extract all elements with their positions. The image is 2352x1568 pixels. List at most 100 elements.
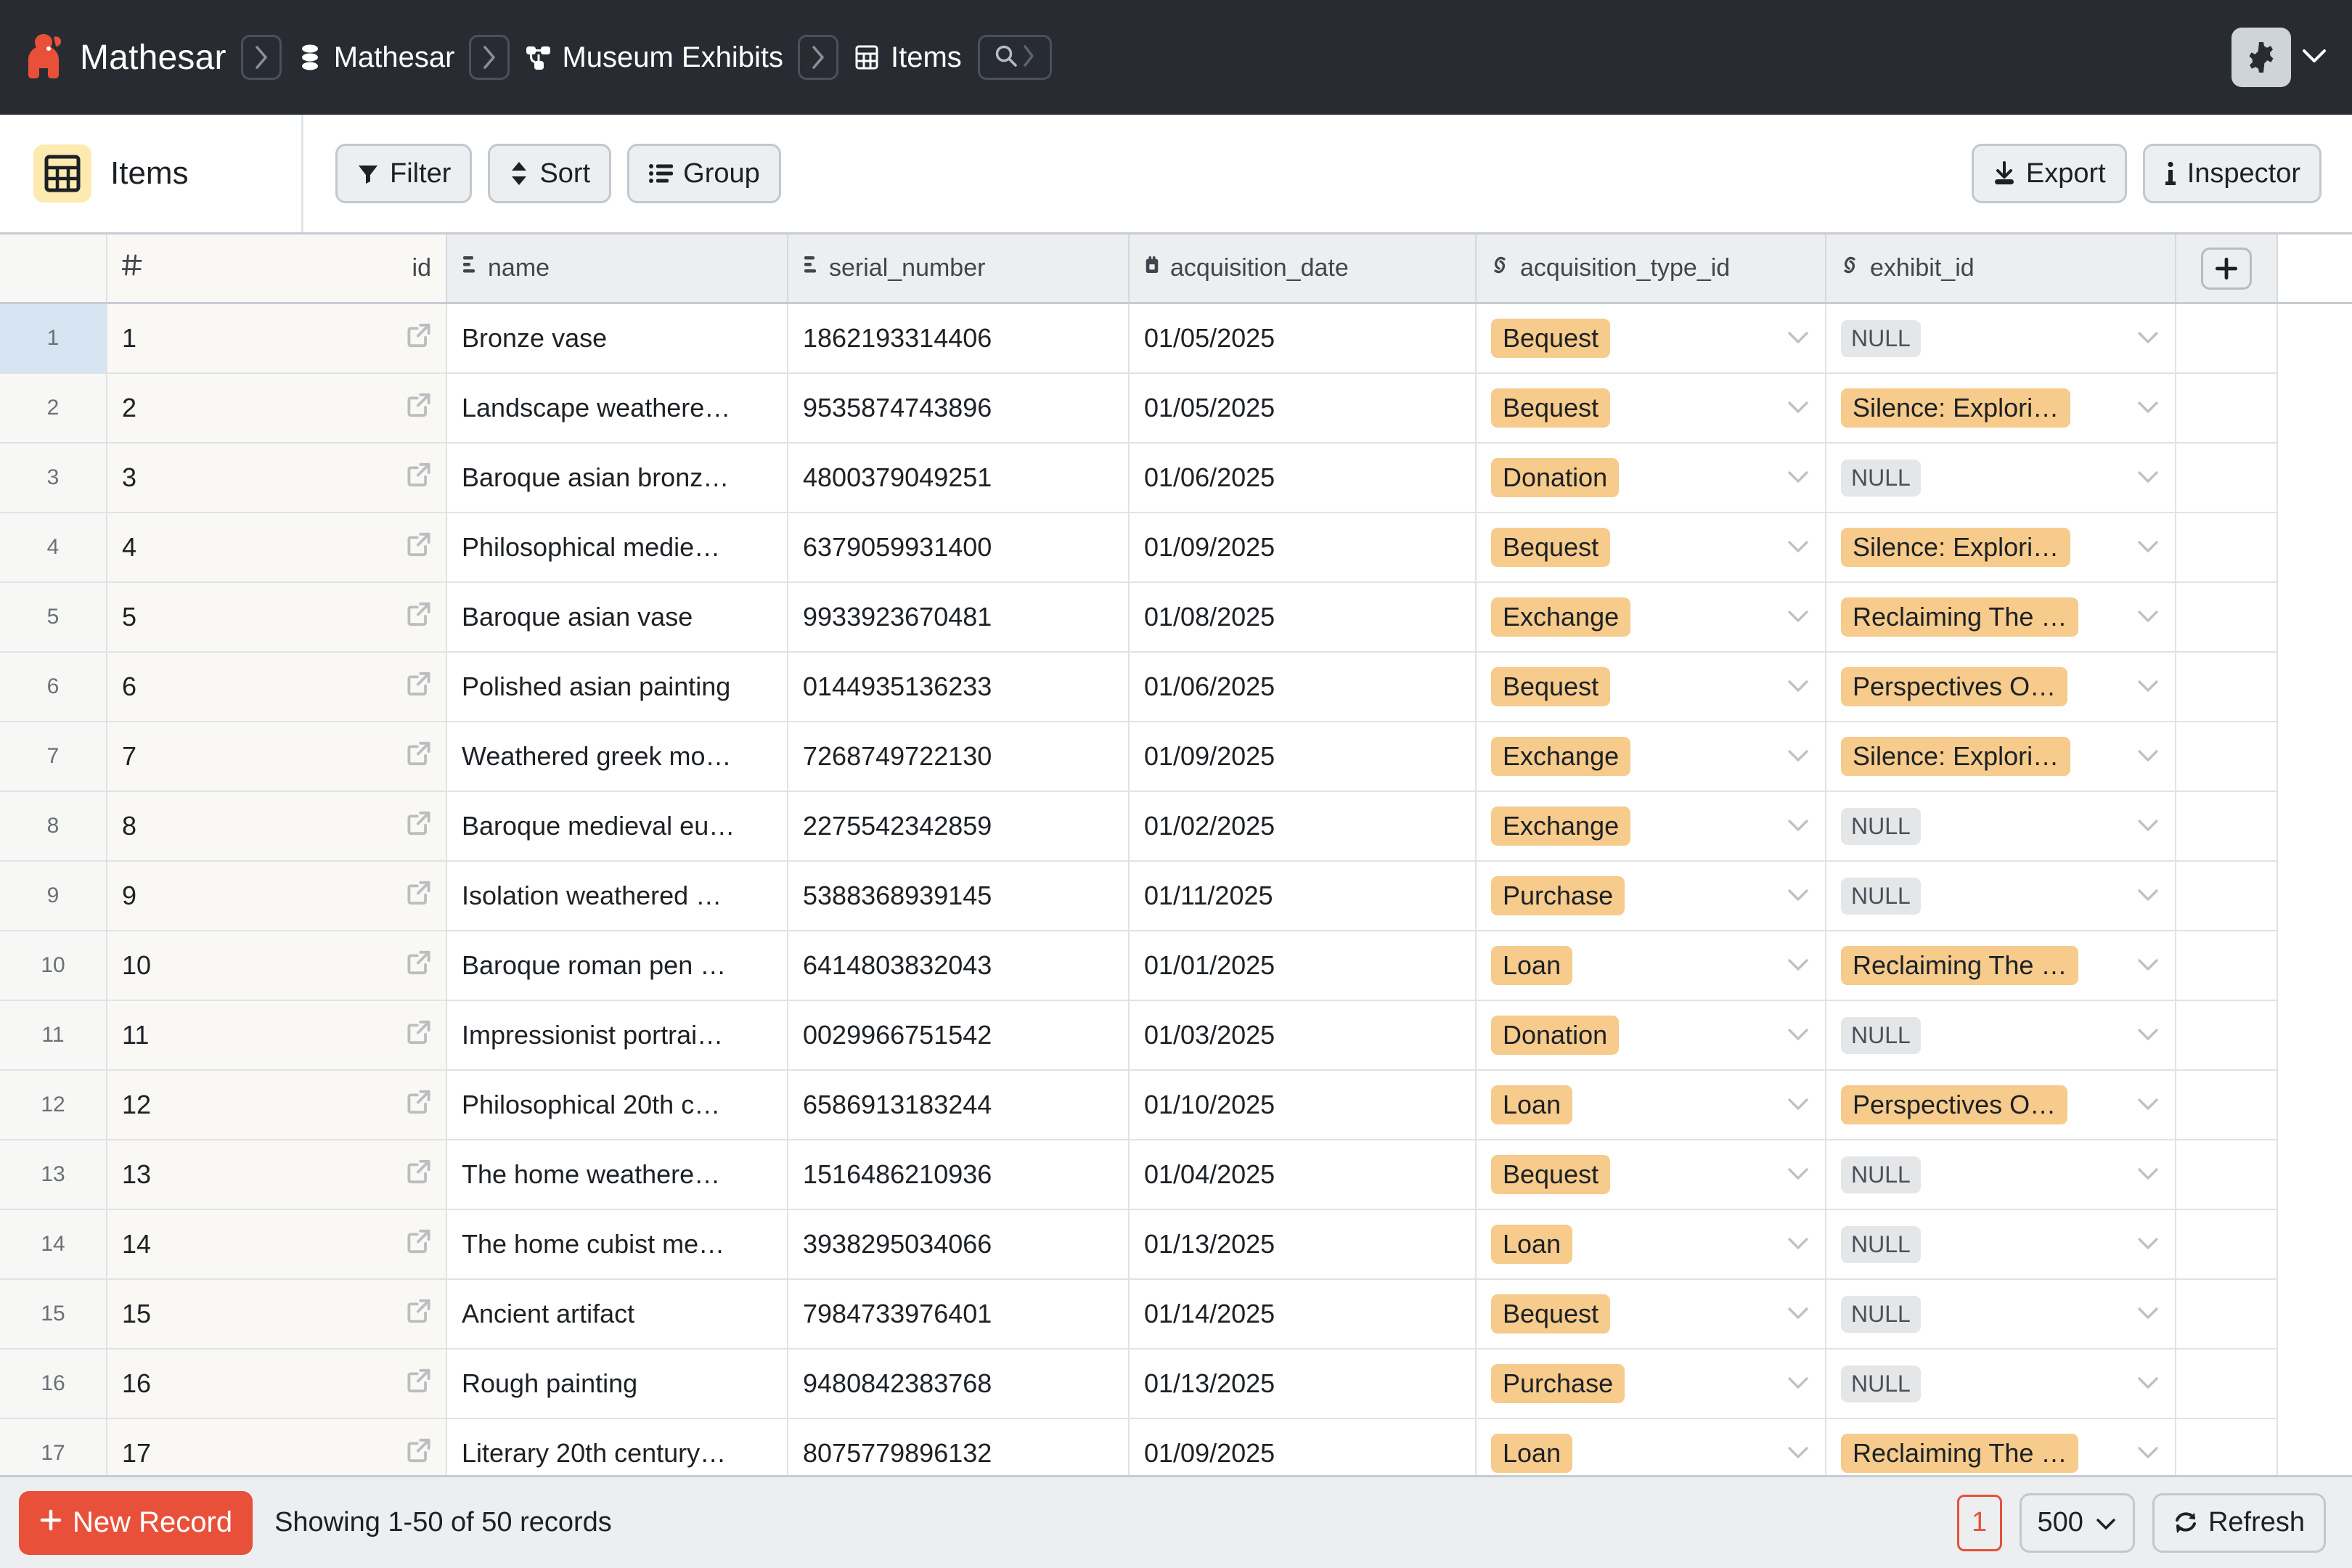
cell-serial-number[interactable]: 6414803832043 [788,931,1130,1001]
cell-exhibit-id[interactable]: NULL [1826,1349,2176,1419]
cell-name[interactable]: Philosophical 20th c… [447,1071,788,1140]
cell-id[interactable]: 15 [107,1280,447,1349]
cell-name[interactable]: Landscape weathere… [447,374,788,444]
table-row[interactable]: 13 13 The home weathere… 1516486210936 01/04… [0,1140,2352,1210]
chevron-down-icon[interactable] [2136,393,2160,423]
records-grid[interactable]: id name serial_number acquisition_date acqui… [0,234,2352,1475]
refresh-button[interactable]: Refresh [2152,1493,2326,1553]
cell-acquisition-type-id[interactable]: Bequest [1477,653,1826,722]
cell-acquisition-type-id[interactable]: Purchase [1477,1349,1826,1419]
cell-id[interactable]: 5 [107,583,447,653]
cell-serial-number[interactable]: 0144935136233 [788,653,1130,722]
cell-acquisition-type-id[interactable]: Loan [1477,1419,1826,1475]
chevron-down-icon[interactable] [2136,741,2160,772]
cell-name[interactable]: Baroque asian vase [447,583,788,653]
external-link-icon[interactable] [407,392,431,425]
chevron-down-icon[interactable] [2136,1090,2160,1120]
chevron-down-icon[interactable] [2136,1368,2160,1399]
cell-id[interactable]: 1 [107,304,447,374]
chevron-down-icon[interactable] [1786,811,1810,841]
cell-id[interactable]: 9 [107,862,447,931]
cell-id[interactable]: 7 [107,722,447,792]
column-header-id[interactable]: id [107,234,447,302]
add-column-button[interactable] [2176,234,2278,302]
chevron-down-icon[interactable] [2136,1438,2160,1469]
table-row[interactable]: 5 5 Baroque asian vase 9933923670481 01/08/2… [0,583,2352,653]
cell-serial-number[interactable]: 1516486210936 [788,1140,1130,1210]
breadcrumb-item-table[interactable]: Items [853,41,962,74]
cell-exhibit-id[interactable]: NULL [1826,1280,2176,1349]
external-link-icon[interactable] [407,531,431,564]
chevron-down-icon[interactable] [1786,1020,1810,1050]
cell-name[interactable]: Isolation weathered … [447,862,788,931]
cell-acquisition-type-id[interactable]: Donation [1477,444,1826,513]
chevron-down-icon[interactable] [2136,602,2160,632]
cell-acquisition-type-id[interactable]: Exchange [1477,722,1826,792]
table-row[interactable]: 10 10 Baroque roman pen … 6414803832043 01/0… [0,931,2352,1001]
table-row[interactable]: 8 8 Baroque medieval eu… 2275542342859 01/02… [0,792,2352,862]
table-row[interactable]: 16 16 Rough painting 9480842383768 01/13/202… [0,1349,2352,1419]
external-link-icon[interactable] [407,810,431,843]
cell-acquisition-date[interactable]: 01/14/2025 [1130,1280,1477,1349]
table-row[interactable]: 3 3 Baroque asian bronz… 4800379049251 01/06… [0,444,2352,513]
cell-acquisition-type-id[interactable]: Exchange [1477,792,1826,862]
table-row[interactable]: 1 1 Bronze vase 1862193314406 01/05/2025 Bequ… [0,304,2352,374]
cell-exhibit-id[interactable]: Reclaiming The … [1826,583,2176,653]
cell-name[interactable]: Baroque asian bronz… [447,444,788,513]
table-row[interactable]: 11 11 Impressionist portrai… 0029966751542 0… [0,1001,2352,1071]
group-button[interactable]: Group [627,144,781,203]
external-link-icon[interactable] [407,1159,431,1191]
external-link-icon[interactable] [407,1019,431,1052]
cell-acquisition-type-id[interactable]: Bequest [1477,304,1826,374]
cell-acquisition-date[interactable]: 01/09/2025 [1130,1419,1477,1475]
cell-id[interactable]: 4 [107,513,447,583]
external-link-icon[interactable] [407,1298,431,1331]
cell-acquisition-type-id[interactable]: Exchange [1477,583,1826,653]
cell-exhibit-id[interactable]: NULL [1826,1210,2176,1280]
table-row[interactable]: 4 4 Philosophical medie… 6379059931400 01/09… [0,513,2352,583]
cell-serial-number[interactable]: 9933923670481 [788,583,1130,653]
cell-name[interactable]: Baroque roman pen … [447,931,788,1001]
cell-exhibit-id[interactable]: NULL [1826,1001,2176,1071]
cell-serial-number[interactable]: 6586913183244 [788,1071,1130,1140]
cell-acquisition-date[interactable]: 01/10/2025 [1130,1071,1477,1140]
chevron-down-icon[interactable] [2136,462,2160,493]
cell-acquisition-date[interactable]: 01/06/2025 [1130,444,1477,513]
chevron-down-icon[interactable] [1786,950,1810,981]
brand-home-link[interactable]: Mathesar [22,33,226,82]
cell-acquisition-date[interactable]: 01/13/2025 [1130,1210,1477,1280]
table-row[interactable]: 14 14 The home cubist me… 3938295034066 01/1… [0,1210,2352,1280]
cell-exhibit-id[interactable]: Reclaiming The … [1826,931,2176,1001]
cell-exhibit-id[interactable]: NULL [1826,792,2176,862]
external-link-icon[interactable] [407,462,431,494]
table-row[interactable]: 17 17 Literary 20th century… 8075779896132 0… [0,1419,2352,1475]
cell-name[interactable]: Baroque medieval eu… [447,792,788,862]
chevron-down-icon[interactable] [1786,602,1810,632]
table-row[interactable]: 7 7 Weathered greek mo… 7268749722130 01/09/… [0,722,2352,792]
cell-id[interactable]: 17 [107,1419,447,1475]
cell-serial-number[interactable]: 9480842383768 [788,1349,1130,1419]
gear-icon[interactable] [2231,28,2291,87]
cell-acquisition-type-id[interactable]: Bequest [1477,1280,1826,1349]
cell-name[interactable]: Weathered greek mo… [447,722,788,792]
cell-exhibit-id[interactable]: NULL [1826,1140,2176,1210]
cell-serial-number[interactable]: 9535874743896 [788,374,1130,444]
breadcrumb-item-schema[interactable]: Museum Exhibits [524,41,783,74]
cell-exhibit-id[interactable]: Reclaiming The … [1826,1419,2176,1475]
chevron-down-icon[interactable] [1786,1299,1810,1329]
cell-acquisition-type-id[interactable]: Loan [1477,1071,1826,1140]
column-header-exhibit_id[interactable]: exhibit_id [1826,234,2176,302]
chevron-down-icon[interactable] [2136,1159,2160,1190]
cell-id[interactable]: 13 [107,1140,447,1210]
chevron-down-icon[interactable] [1786,1159,1810,1190]
cell-exhibit-id[interactable]: Silence: Explori… [1826,513,2176,583]
cell-serial-number[interactable]: 6379059931400 [788,513,1130,583]
cell-exhibit-id[interactable]: Silence: Explori… [1826,374,2176,444]
external-link-icon[interactable] [407,322,431,355]
cell-acquisition-type-id[interactable]: Purchase [1477,862,1826,931]
cell-acquisition-date[interactable]: 01/09/2025 [1130,722,1477,792]
external-link-icon[interactable] [407,601,431,634]
chevron-down-icon[interactable] [1786,532,1810,563]
sort-button[interactable]: Sort [488,144,612,203]
column-header-serial_number[interactable]: serial_number [788,234,1130,302]
